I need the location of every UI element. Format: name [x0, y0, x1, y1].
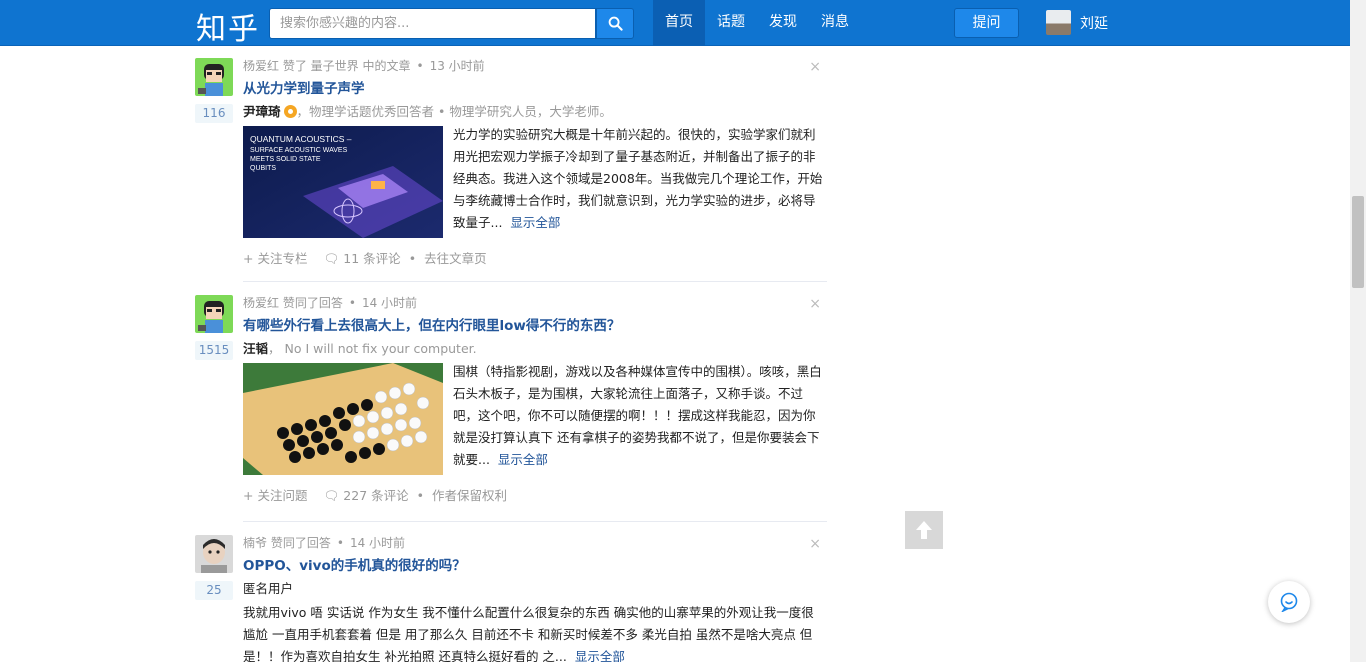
arrow-up-icon — [916, 521, 932, 539]
author-info: 匿名用户 — [243, 579, 827, 599]
item-summary[interactable]: 光力学的实验研究大概是十年前兴起的。很快的，实验学家们就利用光把宏观力学振子冷却… — [453, 124, 823, 234]
feed-item: 25 楠爷 赞同了回答 • 14 小时前 × OPPO、vivo的手机真的很好的吗？… — [195, 535, 827, 662]
excellent-answerer-badge-icon — [283, 105, 297, 118]
answer-thumbnail[interactable] — [243, 363, 443, 475]
item-title[interactable]: 从光力学到量子声学 — [243, 79, 827, 99]
close-icon[interactable]: × — [809, 296, 821, 312]
zhihu-logo[interactable]: 知乎 — [196, 4, 260, 48]
author-info: 尹璋琦 ，物理学话题优秀回答者 • 物理学研究人员，大学老师。 — [243, 102, 827, 122]
actor-name[interactable]: 杨爱红 — [243, 296, 279, 310]
copyright-notice: 作者保留权利 — [432, 488, 508, 503]
vote-count[interactable]: 25 — [195, 581, 233, 600]
thumb-text-line: MEETS SOLID STATE — [250, 156, 321, 163]
item-summary[interactable]: 围棋（特指影视剧，游戏以及各种媒体宣传中的围棋）。咳咳，黑白石头木板子，是为围棋… — [453, 361, 823, 471]
avatar[interactable] — [195, 535, 233, 573]
search-input[interactable] — [269, 8, 596, 39]
author-bio: ， No I will not fix your computer. — [268, 341, 477, 356]
ask-question-button[interactable]: 提问 — [954, 8, 1019, 38]
activity-time: 14 小时前 — [349, 536, 406, 550]
user-name: 刘延 — [1080, 15, 1108, 32]
user-menu[interactable]: 刘延 — [1046, 10, 1108, 35]
avatar — [1046, 10, 1071, 35]
close-icon[interactable]: × — [809, 59, 821, 75]
activity-time: 13 小时前 — [429, 59, 485, 73]
activity-action: 赞同了回答 — [270, 536, 331, 550]
activity-time: 14 小时前 — [361, 296, 418, 310]
show-all-link[interactable]: 显示全部 — [510, 215, 560, 230]
activity-action: 赞了 量子世界 中的文章 — [282, 59, 411, 73]
item-actions: + 关注问题 🗨 227 条评论 • 作者保留权利 — [243, 487, 508, 505]
activity-meta: 杨爱红 赞了 量子世界 中的文章 • 13 小时前 — [243, 59, 485, 73]
author-name[interactable]: 汪韬 — [243, 341, 268, 356]
activity-action: 赞同了回答 — [282, 296, 343, 310]
author-info: 汪韬， No I will not fix your computer. — [243, 339, 827, 359]
search-icon — [608, 16, 623, 31]
follow-question-button[interactable]: + 关注问题 — [243, 487, 307, 505]
nav-messages[interactable]: 消息 — [809, 0, 861, 46]
back-to-top-button[interactable] — [905, 511, 943, 549]
item-title[interactable]: OPPO、vivo的手机真的很好的吗？ — [243, 556, 827, 576]
summary-text: 光力学的实验研究大概是十年前兴起的。很快的，实验学家们就利用光把宏观力学振子冷却… — [453, 127, 823, 230]
thumb-text-line: QUBITS — [250, 165, 276, 172]
top-bar: 知乎 首页 话题 发现 消息 提问 刘延 — [0, 0, 1350, 48]
item-summary[interactable]: 我就用vivo 唔 实话说 作为女生 我不懂什么配置什么很复杂的东西 确实他的山… — [243, 602, 823, 662]
thumb-text-line: QUANTUM ACOUSTICS – — [250, 134, 352, 144]
comments-icon: 🗨 — [323, 251, 344, 266]
item-title[interactable]: 有哪些外行看上去很高大上，但在内行眼里low得不行的东西？ — [243, 316, 827, 336]
go-to-article-link[interactable]: 去往文章页 — [424, 250, 487, 268]
vote-count[interactable]: 1515 — [195, 341, 233, 360]
avatar[interactable] — [195, 295, 233, 333]
activity-meta: 楠爷 赞同了回答 • 14 小时前 — [243, 536, 406, 550]
divider — [243, 521, 827, 522]
comments-icon: 🗨 — [323, 488, 344, 503]
author-name: 匿名用户 — [243, 581, 294, 596]
show-all-link[interactable]: 显示全部 — [575, 649, 625, 662]
item-actions: + 关注专栏 🗨 11 条评论 • 去往文章页 — [243, 250, 487, 268]
follow-column-button[interactable]: + 关注专栏 — [243, 250, 307, 268]
feedback-chat-button[interactable] — [1268, 581, 1310, 623]
thumb-text-line: SURFACE ACOUSTIC WAVES — [250, 147, 348, 154]
vote-count[interactable]: 116 — [195, 104, 233, 123]
chat-bubble-icon — [1280, 592, 1298, 612]
article-thumbnail[interactable]: QUANTUM ACOUSTICS – SURFACE ACOUSTIC WAV… — [243, 126, 443, 238]
scrollbar[interactable] — [1350, 0, 1366, 662]
search-button[interactable] — [596, 8, 634, 39]
divider — [243, 281, 827, 282]
summary-text: 我就用vivo 唔 实话说 作为女生 我不懂什么配置什么很复杂的东西 确实他的山… — [243, 605, 814, 662]
close-icon[interactable]: × — [809, 536, 821, 552]
actor-name[interactable]: 杨爱红 — [243, 59, 279, 73]
comments-button[interactable]: 227 条评论 — [343, 487, 408, 505]
nav-topics[interactable]: 话题 — [705, 0, 757, 46]
author-bio: ，物理学话题优秀回答者 • 物理学研究人员，大学老师。 — [296, 104, 612, 119]
avatar[interactable] — [195, 58, 233, 96]
nav-home[interactable]: 首页 — [653, 0, 705, 46]
comments-button[interactable]: 11 条评论 — [343, 250, 400, 268]
main-nav: 首页 话题 发现 消息 — [653, 0, 861, 46]
nav-explore[interactable]: 发现 — [757, 0, 809, 46]
scrollbar-thumb[interactable] — [1352, 196, 1364, 288]
author-name[interactable]: 尹璋琦 — [243, 104, 281, 119]
activity-meta: 杨爱红 赞同了回答 • 14 小时前 — [243, 296, 418, 310]
show-all-link[interactable]: 显示全部 — [498, 452, 548, 467]
actor-name[interactable]: 楠爷 — [243, 536, 267, 550]
